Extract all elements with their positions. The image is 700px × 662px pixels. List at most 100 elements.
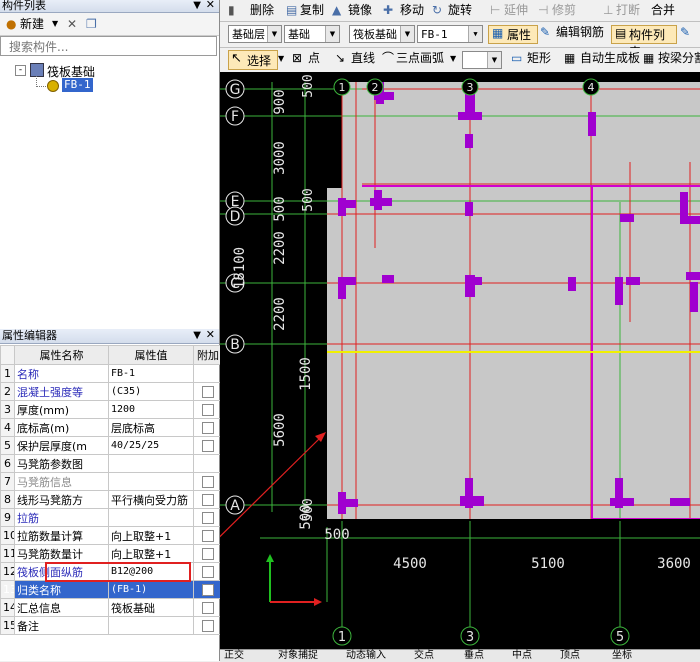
property-value[interactable]: 1200: [108, 400, 194, 419]
break-button[interactable]: 打断: [616, 3, 640, 18]
status-toggle[interactable]: 正交: [224, 650, 244, 662]
extra-checkbox[interactable]: [202, 620, 214, 632]
edit-rebar-button[interactable]: 编辑钢筋: [556, 25, 604, 40]
extra-checkbox[interactable]: [202, 440, 214, 452]
status-toggle[interactable]: 坐标: [612, 650, 632, 662]
property-row[interactable]: 13归类名称(FB-1): [0, 580, 223, 599]
property-value[interactable]: FB-1: [108, 364, 194, 383]
property-value[interactable]: 平行横向受力筋: [108, 490, 194, 509]
pin-icon[interactable]: ▼: [191, 0, 201, 12]
property-table: 属性名称 属性值 附加 1 名称 FB-1 2 混凝土强度等 (C35) 3 厚度(mm) 12…: [0, 345, 223, 635]
close-icon[interactable]: ✕: [204, 328, 215, 342]
item-select[interactable]: FB-1 ▼: [417, 25, 483, 43]
copy-button[interactable]: 复制: [300, 3, 324, 18]
new-button[interactable]: 新建: [20, 16, 44, 32]
chevron-down-icon[interactable]: ▼: [278, 51, 284, 66]
extra-checkbox[interactable]: [202, 512, 214, 524]
layer-select[interactable]: 基础层 ▼: [228, 25, 282, 43]
line-button[interactable]: 直线: [351, 51, 375, 66]
pick-icon[interactable]: ✎: [680, 25, 690, 40]
extra-checkbox[interactable]: [202, 476, 214, 488]
extra-checkbox[interactable]: [202, 584, 214, 596]
pin-icon[interactable]: ▼: [191, 329, 201, 343]
close-icon[interactable]: ✕: [204, 0, 215, 11]
property-value[interactable]: (FB-1): [108, 580, 194, 599]
property-row[interactable]: 1 名称 FB-1: [0, 364, 223, 383]
extra-checkbox[interactable]: [202, 386, 214, 398]
extra-checkbox[interactable]: [202, 494, 214, 506]
property-row[interactable]: 14汇总信息筏板基础: [0, 598, 223, 617]
property-row[interactable]: 5 保护层厚度(m 40/25/25: [0, 436, 223, 455]
property-value[interactable]: [108, 472, 194, 491]
tree-item-fb1[interactable]: FB-1: [62, 78, 93, 92]
property-value[interactable]: 向上取整+1: [108, 544, 194, 563]
mirror-button[interactable]: 镜像: [348, 3, 372, 18]
chevron-down-icon[interactable]: ▼: [450, 51, 456, 66]
property-value[interactable]: 层底标高: [108, 418, 194, 437]
slab-region[interactable]: [327, 82, 700, 519]
property-row[interactable]: 4 底标高(m) 层底标高: [0, 418, 223, 437]
extra-checkbox[interactable]: [202, 602, 214, 614]
new-icon[interactable]: ●: [6, 16, 16, 32]
extra-checkbox[interactable]: [202, 548, 214, 560]
extend-button[interactable]: 延伸: [504, 3, 528, 18]
collapse-icon[interactable]: -: [15, 65, 26, 76]
category-select[interactable]: 基础 ▼: [284, 25, 340, 43]
property-row[interactable]: 11马凳筋数量计向上取整+1: [0, 544, 223, 563]
move-button[interactable]: 移动: [400, 3, 424, 18]
extra-checkbox[interactable]: [202, 422, 214, 434]
merge-button[interactable]: 合并: [651, 3, 675, 18]
status-toggle[interactable]: 交点: [414, 650, 434, 662]
auto-generate-button[interactable]: 自动生成板: [580, 51, 640, 66]
arc-mode-select[interactable]: ▼: [462, 51, 502, 69]
status-toggle[interactable]: 对象捕捉: [278, 650, 318, 662]
status-toggle[interactable]: 顶点: [560, 650, 580, 662]
chevron-down-icon[interactable]: ▼: [52, 16, 58, 32]
property-value[interactable]: 40/25/25: [108, 436, 194, 455]
chevron-down-icon[interactable]: ▼: [487, 52, 501, 68]
property-value[interactable]: [108, 454, 194, 473]
property-row[interactable]: 9 拉筋: [0, 508, 223, 527]
component-list-button[interactable]: ▤ 构件列表: [611, 25, 677, 59]
draw-toolbar: ↖ 选择 ▼ ⊠ 点 ↘ 直线 ⌒ 三点画弧 ▼ ▼ ▭ 矩形 ▦ 自动生成板 …: [220, 48, 700, 73]
trim-button[interactable]: 修剪: [552, 3, 576, 18]
select-button[interactable]: ↖ 选择: [228, 50, 278, 70]
property-value[interactable]: (C35): [108, 382, 194, 401]
property-value[interactable]: [108, 508, 194, 527]
search-input[interactable]: 搜索构件...: [0, 36, 217, 56]
property-value[interactable]: [108, 616, 194, 635]
delete-icon[interactable]: ✕: [67, 16, 77, 32]
property-row[interactable]: 7 马凳筋信息: [0, 472, 223, 491]
property-row[interactable]: 3 厚度(mm) 1200: [0, 400, 223, 419]
by-beam-button[interactable]: 按梁分割: [658, 51, 700, 66]
chevron-down-icon[interactable]: ▼: [267, 26, 281, 42]
extra-checkbox[interactable]: [202, 566, 214, 578]
delete-button[interactable]: 删除: [250, 3, 274, 18]
copy-icon[interactable]: ❐: [86, 16, 97, 32]
drawing-svg[interactable]: GFEDCBA 1 2 3 41 3 5 900300050022001810022001…: [220, 72, 700, 649]
arc-button[interactable]: 三点画弧: [396, 51, 444, 66]
extra-checkbox[interactable]: [202, 404, 214, 416]
property-row[interactable]: 15备注: [0, 616, 223, 635]
property-value[interactable]: 向上取整+1: [108, 526, 194, 545]
rotate-button[interactable]: 旋转: [448, 3, 472, 18]
rect-button[interactable]: 矩形: [527, 51, 551, 66]
left-dimension: 2200: [272, 297, 288, 331]
point-button[interactable]: 点: [308, 51, 320, 66]
row-number: 1: [0, 364, 15, 383]
property-row[interactable]: 8 线形马凳筋方 平行横向受力筋: [0, 490, 223, 509]
property-value[interactable]: 筏板基础: [108, 598, 194, 617]
status-toggle[interactable]: 垂点: [464, 650, 484, 662]
type-select[interactable]: 筏板基础 ▼: [349, 25, 415, 43]
status-toggle[interactable]: 中点: [512, 650, 532, 662]
property-row[interactable]: 2 混凝土强度等 (C35): [0, 382, 223, 401]
property-row[interactable]: 10拉筋数量计算向上取整+1: [0, 526, 223, 545]
status-toggle[interactable]: 动态输入: [346, 650, 386, 662]
chevron-down-icon[interactable]: ▼: [400, 26, 414, 42]
property-row[interactable]: 6 马凳筋参数图: [0, 454, 223, 473]
extra-checkbox[interactable]: [202, 530, 214, 542]
properties-button[interactable]: ▦ 属性: [488, 25, 538, 44]
chevron-down-icon[interactable]: ▼: [325, 26, 339, 42]
drawing-canvas[interactable]: GFEDCBA 1234135 900 3000 500 2200 18100 2200 1…: [220, 72, 700, 649]
chevron-down-icon[interactable]: ▼: [468, 26, 482, 42]
